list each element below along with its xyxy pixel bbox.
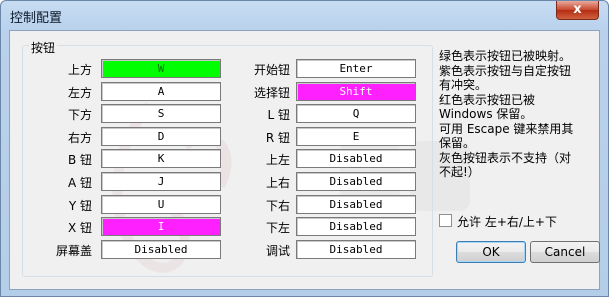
mapping-label: R 钮 (265, 130, 290, 145)
key-binding-field[interactable]: U (101, 194, 221, 214)
mapping-label: 调试 (265, 243, 290, 258)
mapping-label: 下左 (265, 221, 290, 236)
mapping-label: L 钮 (267, 108, 290, 123)
mapping-label: 开始钮 (253, 63, 290, 77)
info-line: 可用 Escape 键来禁用其 (439, 121, 574, 136)
info-line: 不起!） (439, 165, 480, 179)
mapping-label: 上方 (67, 63, 92, 77)
key-binding-field[interactable]: Disabled (296, 149, 416, 169)
key-binding-field[interactable]: Disabled (296, 172, 416, 191)
key-binding-field[interactable]: Disabled (101, 239, 221, 259)
key-binding-field[interactable]: S (101, 104, 221, 124)
key-binding-field[interactable]: W (101, 59, 221, 78)
info-line: 紫色表示按钮与自定按钮 (439, 63, 572, 78)
allow-opposite-checkbox[interactable] (439, 214, 452, 227)
key-binding-field[interactable]: Shift (296, 81, 416, 101)
mapping-label: 上左 (265, 153, 290, 168)
close-button[interactable]: x (556, 1, 599, 20)
key-binding-field[interactable]: I (101, 217, 221, 237)
mapping-label: X 钮 (67, 221, 92, 236)
window-title: 控制配置 (10, 11, 63, 26)
cancel-button[interactable]: Cancel (530, 241, 600, 263)
title-bar[interactable]: 控制配置 x (1, 1, 608, 30)
ok-button[interactable]: OK (456, 241, 526, 263)
mapping-label: 下方 (67, 108, 92, 123)
key-binding-field[interactable]: Enter (296, 59, 416, 78)
mapping-label: B 钮 (67, 153, 92, 168)
key-binding-field[interactable]: D (101, 126, 221, 146)
key-binding-field[interactable]: Disabled (296, 194, 416, 214)
mapping-label: A 钮 (67, 176, 92, 190)
group-title: 按钮 (29, 39, 58, 56)
allow-opposite-label[interactable]: 允许 左+右/上+下 (457, 213, 557, 230)
mapping-label: 屏幕盖 (55, 243, 92, 258)
info-line: Windows 保留。 (439, 107, 533, 121)
dialog-client-area: 按钮 绿色表示按钮已被映射。 紫色表示按钮与自定按钮 有冲突。 红色表示按钮已被… (9, 30, 600, 290)
mapping-label: 左方 (67, 85, 92, 100)
info-line: 红色表示按钮已被 (439, 92, 536, 107)
info-line: 灰色按钮表示不支持（对 (439, 150, 572, 165)
close-icon: x (573, 2, 582, 17)
mapping-label: 上右 (265, 176, 290, 190)
mapping-label: 下右 (265, 198, 290, 213)
dialog-window: 控制配置 x 按钮 绿色表示按钮已被映射。 紫色表示按钮与自定按钮 有冲突。 红… (0, 0, 609, 297)
key-binding-field[interactable]: Disabled (296, 239, 416, 259)
legend-info: 绿色表示按钮已被映射。 紫色表示按钮与自定按钮 有冲突。 红色表示按钮已被 Wi… (439, 49, 599, 180)
key-binding-field[interactable]: J (101, 172, 221, 191)
key-binding-field[interactable]: K (101, 149, 221, 169)
info-line: 保留。 (439, 136, 476, 150)
key-binding-field[interactable]: Disabled (296, 217, 416, 237)
mapping-label: 选择钮 (253, 85, 290, 100)
key-binding-field[interactable]: E (296, 126, 416, 146)
mapping-label: Y 钮 (68, 198, 92, 213)
key-binding-field[interactable]: Q (296, 104, 416, 124)
info-line: 绿色表示按钮已被映射。 (439, 49, 572, 63)
key-binding-field[interactable]: A (101, 81, 221, 101)
info-line: 有冲突。 (439, 78, 488, 92)
mapping-label: 右方 (67, 130, 92, 145)
